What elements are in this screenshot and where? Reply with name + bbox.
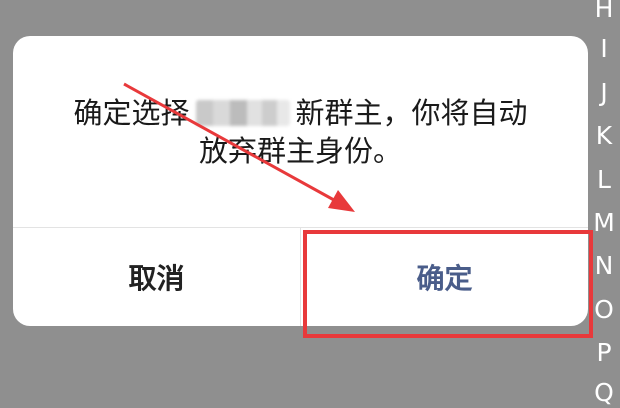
index-letter-k[interactable]: K bbox=[592, 121, 616, 151]
blurred-member-name bbox=[195, 100, 290, 126]
index-letter-i[interactable]: I bbox=[592, 34, 616, 64]
dialog-message-line1: 确定选择 新群主，你将自动 bbox=[13, 94, 588, 132]
cancel-button[interactable]: 取消 bbox=[13, 228, 300, 326]
index-letter-m[interactable]: M bbox=[592, 208, 616, 238]
alphabet-index-bar[interactable]: H I J K L M N O P Q bbox=[586, 0, 620, 407]
index-letter-p[interactable]: P bbox=[592, 338, 616, 368]
index-letter-o[interactable]: O bbox=[592, 295, 616, 325]
index-letter-q[interactable]: Q bbox=[592, 378, 616, 408]
index-letter-l[interactable]: L bbox=[592, 165, 616, 195]
confirm-button[interactable]: 确定 bbox=[301, 228, 588, 326]
dialog-message-line2: 放弃群主身份。 bbox=[198, 134, 402, 168]
index-letter-j[interactable]: J bbox=[592, 78, 616, 108]
dialog-message: 确定选择 新群主，你将自动 放弃群主身份。 bbox=[13, 94, 588, 170]
index-letter-n[interactable]: N bbox=[592, 251, 616, 281]
index-letter-h[interactable]: H bbox=[592, 0, 616, 24]
message-prefix: 确定选择 bbox=[73, 96, 190, 130]
confirm-owner-transfer-dialog: 确定选择 新群主，你将自动 放弃群主身份。 取消 确定 bbox=[13, 36, 588, 326]
message-suffix: 新群主，你将自动 bbox=[295, 96, 528, 130]
